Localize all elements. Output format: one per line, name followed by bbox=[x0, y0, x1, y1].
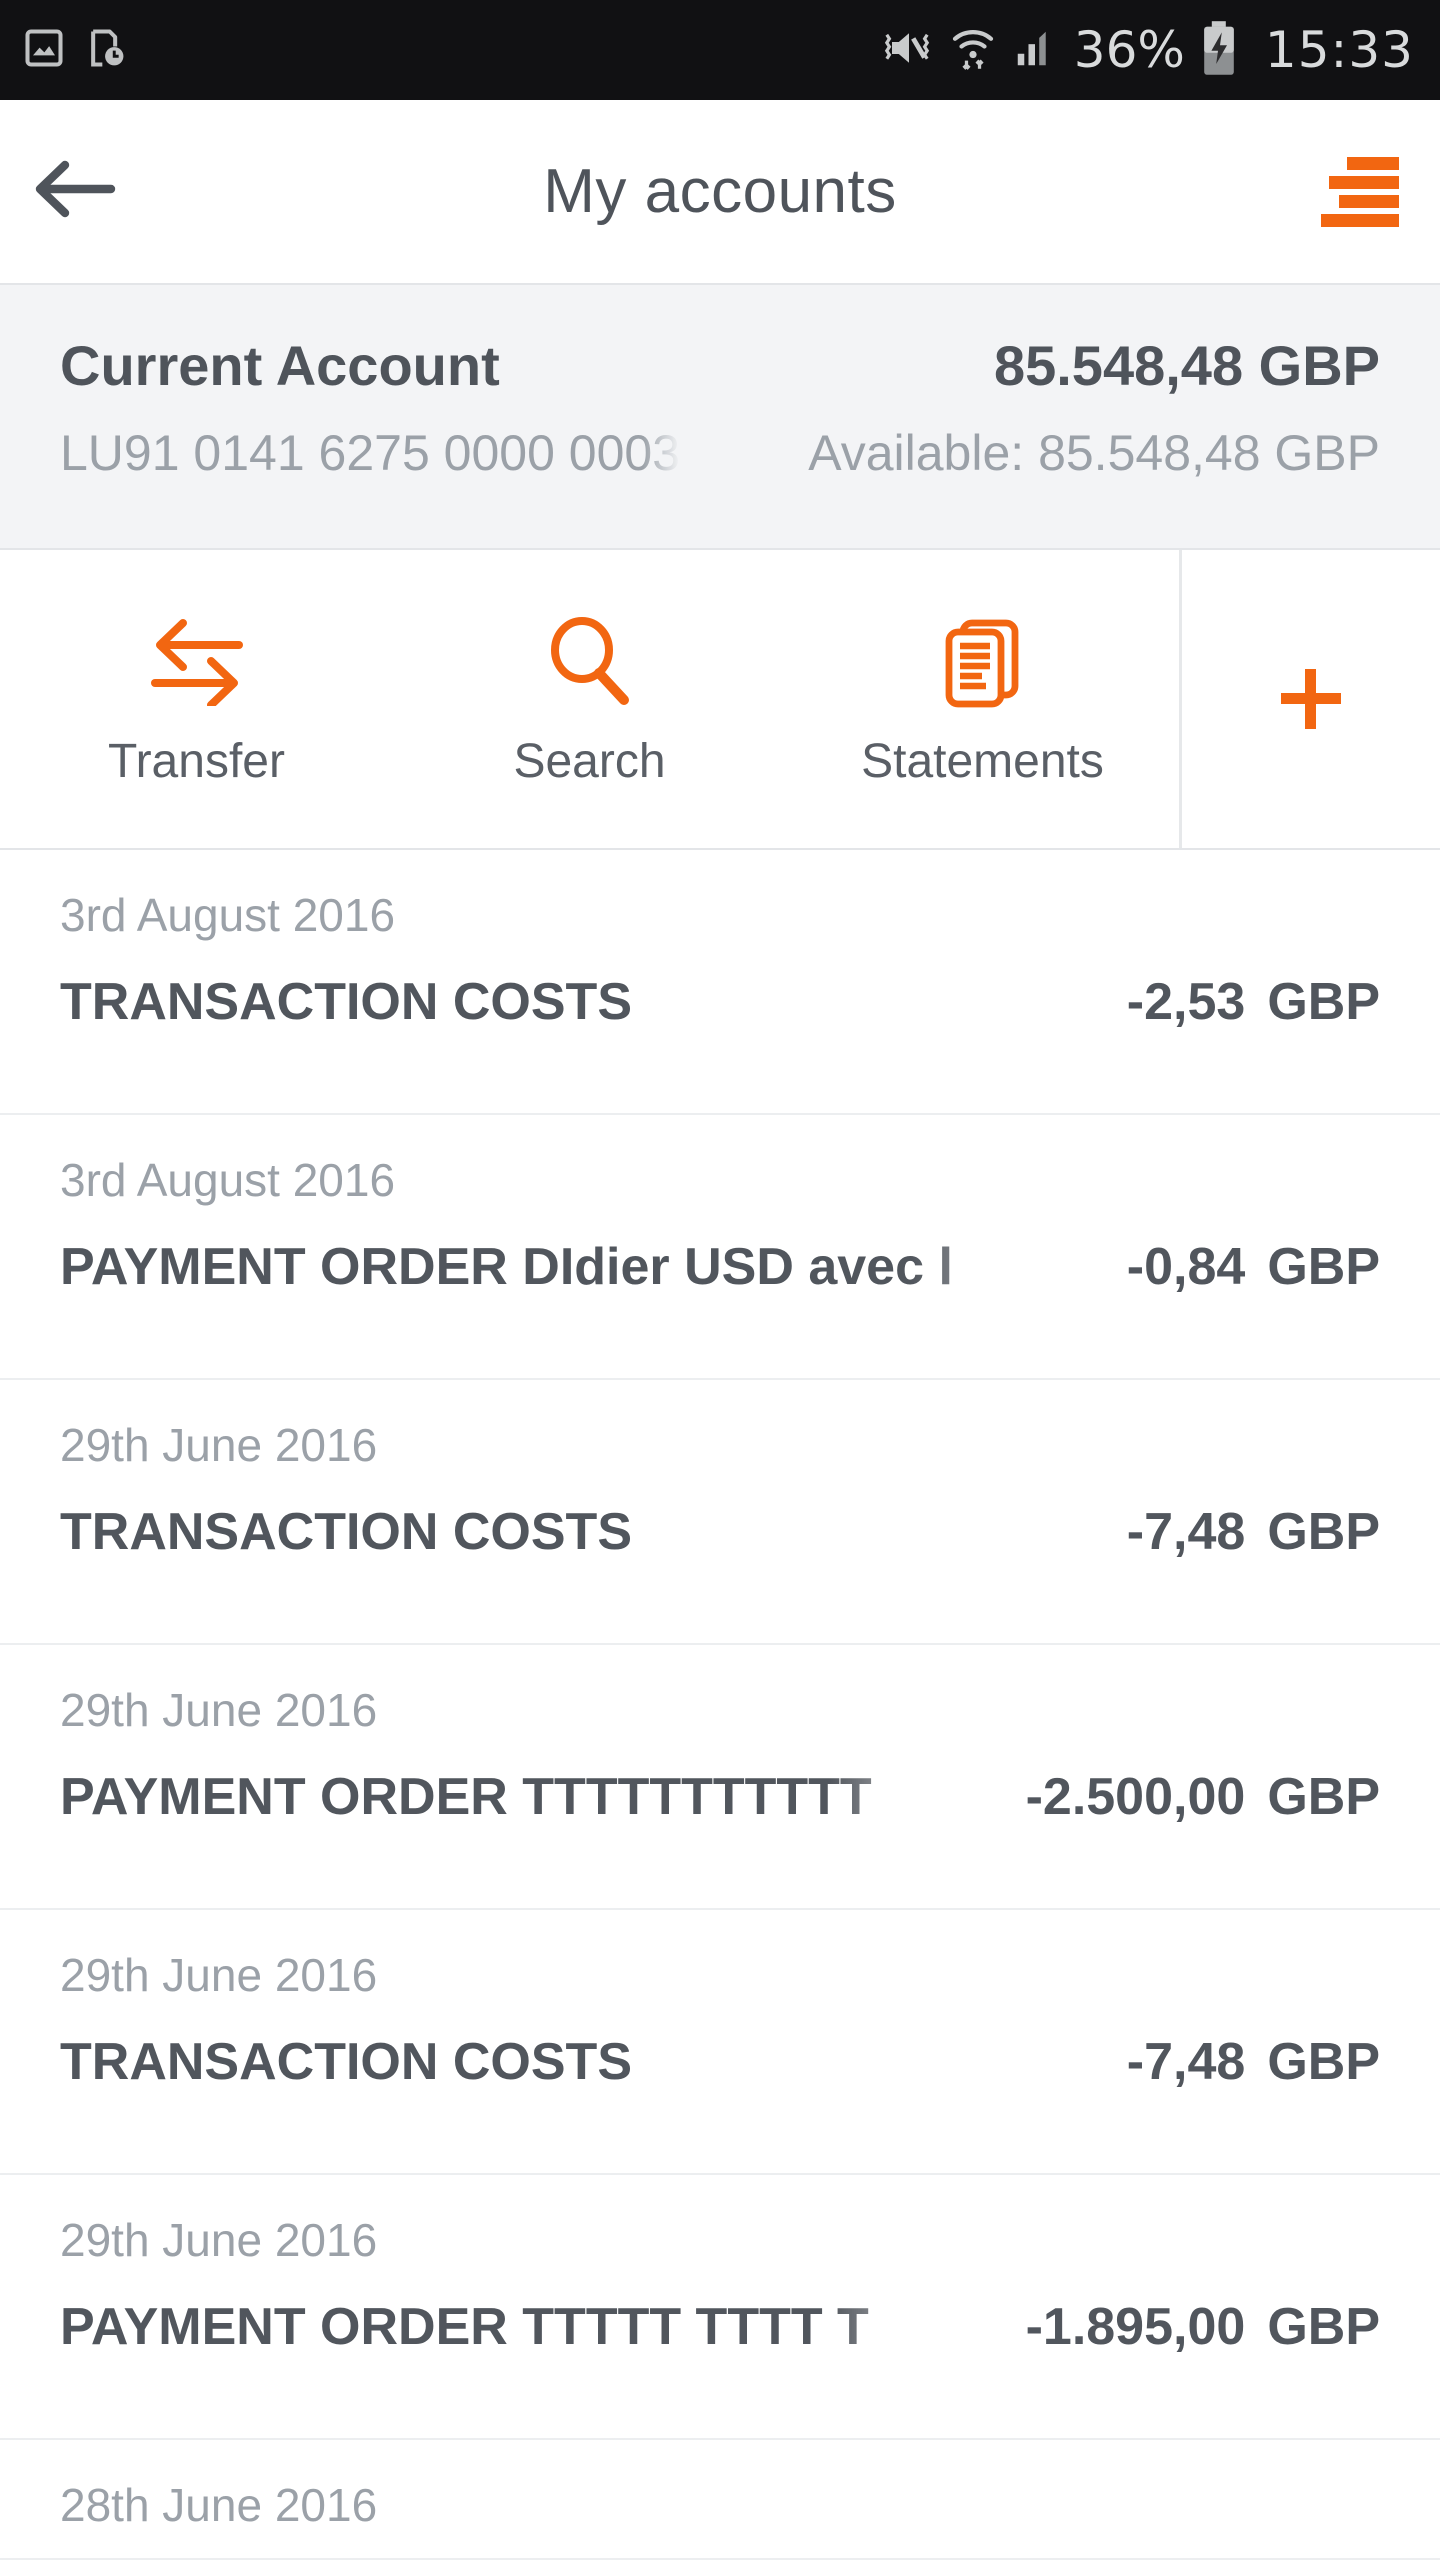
transaction-date: 3rd August 2016 bbox=[60, 1154, 396, 1206]
statements-action-label: Statements bbox=[861, 734, 1104, 788]
transaction-amount-value: -7,48 bbox=[1126, 1503, 1246, 1561]
signal-icon bbox=[1012, 25, 1058, 76]
mute-vibrate-icon bbox=[882, 23, 934, 78]
transaction-amount-value: -7,48 bbox=[1126, 2033, 1246, 2091]
transfer-action-label: Transfer bbox=[108, 734, 285, 788]
transaction-amount-value: -2.500,00 bbox=[1025, 1768, 1246, 1826]
transaction-body: TRANSACTION COSTS -7,48 GBP bbox=[60, 2032, 1380, 2092]
account-actions-group: Transfer Search Statements bbox=[0, 550, 1182, 848]
transaction-amount: -7,48 GBP bbox=[1127, 1502, 1380, 1562]
transaction-currency: GBP bbox=[1267, 1768, 1380, 1826]
transaction-currency: GBP bbox=[1267, 1503, 1380, 1561]
transaction-currency: GBP bbox=[1267, 1238, 1380, 1296]
table-row[interactable]: 29th June 2016 TRANSACTION COSTS -7,48 GB… bbox=[0, 1910, 1440, 2175]
transaction-amount-value: -2,53 bbox=[1126, 973, 1246, 1031]
status-bar: 36% 15:33 bbox=[0, 0, 1440, 100]
transaction-description: TRANSACTION COSTS bbox=[60, 973, 632, 1031]
transaction-date: 3rd August 2016 bbox=[60, 889, 396, 941]
transaction-amount-value: -0,84 bbox=[1126, 1238, 1246, 1296]
transaction-amount: -2.500,00 GBP bbox=[1026, 1767, 1380, 1827]
table-row[interactable]: 3rd August 2016 PAYMENT ORDER DIdier USD… bbox=[0, 1115, 1440, 1380]
transaction-body: PAYMENT ORDER TTTTT TTTT T -1.895,00 GBP bbox=[60, 2297, 1380, 2357]
menu-button[interactable] bbox=[1280, 99, 1440, 284]
account-action-bar: Transfer Search Statements bbox=[0, 550, 1440, 850]
transaction-currency: GBP bbox=[1267, 973, 1380, 1031]
table-row[interactable]: 3rd August 2016 TRANSACTION COSTS -2,53 G… bbox=[0, 850, 1440, 1115]
transaction-body: PAYMENT ORDER TTTTTTTTTTT -2.500,00 GBP bbox=[60, 1767, 1380, 1827]
battery-percent-label: 36% bbox=[1073, 21, 1185, 79]
transfer-arrows-icon bbox=[149, 610, 245, 710]
add-account-button[interactable] bbox=[1182, 550, 1440, 848]
transaction-amount: -2,53 GBP bbox=[1127, 972, 1380, 1032]
wifi-icon bbox=[950, 23, 996, 78]
transaction-description: PAYMENT ORDER TTTTTTTTTTT bbox=[60, 1768, 872, 1826]
plus-icon bbox=[1281, 669, 1341, 729]
documents-stack-icon bbox=[939, 610, 1027, 710]
transaction-list[interactable]: 3rd August 2016 TRANSACTION COSTS -2,53 G… bbox=[0, 850, 1440, 2560]
transaction-amount: -7,48 GBP bbox=[1127, 2032, 1380, 2092]
transaction-date: 29th June 2016 bbox=[60, 1684, 378, 1736]
transaction-date: 29th June 2016 bbox=[60, 2214, 378, 2266]
transaction-amount: -0,84 GBP bbox=[1127, 1237, 1380, 1297]
transaction-description: PAYMENT ORDER DIdier USD avec l bbox=[60, 1238, 953, 1296]
table-row[interactable]: 29th June 2016 TRANSACTION COSTS -7,48 GB… bbox=[0, 1380, 1440, 1645]
table-row[interactable]: 28th June 2016 bbox=[0, 2440, 1440, 2560]
account-secondary-row: LU91 0141 6275 0000 0003 Available: 85.5… bbox=[60, 424, 1380, 482]
transaction-body: TRANSACTION COSTS -2,53 GBP bbox=[60, 972, 1380, 1032]
account-balance: 85.548,48 GBP bbox=[993, 334, 1380, 397]
transfer-action[interactable]: Transfer bbox=[0, 550, 393, 848]
transaction-description: TRANSACTION COSTS bbox=[60, 2033, 632, 2091]
page-title: My accounts bbox=[543, 157, 897, 226]
table-row[interactable]: 29th June 2016 PAYMENT ORDER TTTTTTTTTTT… bbox=[0, 1645, 1440, 1910]
document-clock-icon bbox=[84, 25, 128, 76]
account-available-balance: Available: 85.548,48 GBP bbox=[808, 425, 1380, 481]
transaction-date: 28th June 2016 bbox=[60, 2479, 378, 2531]
transaction-body: TRANSACTION COSTS -7,48 GBP bbox=[60, 1502, 1380, 1562]
transaction-body: PAYMENT ORDER DIdier USD avec l -0,84 GBP bbox=[60, 1237, 1380, 1297]
status-bar-indicators: 36% 15:33 bbox=[882, 20, 1414, 81]
transaction-description: PAYMENT ORDER TTTTT TTTT T bbox=[60, 2298, 869, 2356]
status-bar-notifications bbox=[22, 25, 128, 76]
clock-label: 15:33 bbox=[1264, 21, 1414, 79]
image-icon bbox=[22, 25, 66, 76]
transaction-description: TRANSACTION COSTS bbox=[60, 1503, 632, 1561]
account-summary-card[interactable]: Current Account 85.548,48 GBP LU91 0141 … bbox=[0, 285, 1440, 550]
account-iban: LU91 0141 6275 0000 0003 bbox=[60, 425, 681, 481]
search-action-label: Search bbox=[513, 734, 666, 788]
account-primary-row: Current Account 85.548,48 GBP bbox=[60, 333, 1380, 398]
back-button[interactable] bbox=[0, 99, 150, 284]
account-name: Current Account bbox=[60, 334, 500, 397]
transaction-date: 29th June 2016 bbox=[60, 1419, 378, 1471]
transaction-amount: -1.895,00 GBP bbox=[1026, 2297, 1380, 2357]
back-arrow-icon bbox=[33, 154, 117, 229]
search-action[interactable]: Search bbox=[393, 550, 786, 848]
battery-charging-icon bbox=[1201, 20, 1237, 81]
statements-action[interactable]: Statements bbox=[786, 550, 1179, 848]
transaction-amount-value: -1.895,00 bbox=[1025, 2298, 1246, 2356]
app-header: My accounts bbox=[0, 100, 1440, 285]
hamburger-menu-icon bbox=[1321, 156, 1399, 227]
transaction-currency: GBP bbox=[1267, 2033, 1380, 2091]
search-magnifier-icon bbox=[544, 610, 636, 710]
transaction-date: 29th June 2016 bbox=[60, 1949, 378, 2001]
table-row[interactable]: 29th June 2016 PAYMENT ORDER TTTTT TTTT … bbox=[0, 2175, 1440, 2440]
transaction-currency: GBP bbox=[1267, 2298, 1380, 2356]
